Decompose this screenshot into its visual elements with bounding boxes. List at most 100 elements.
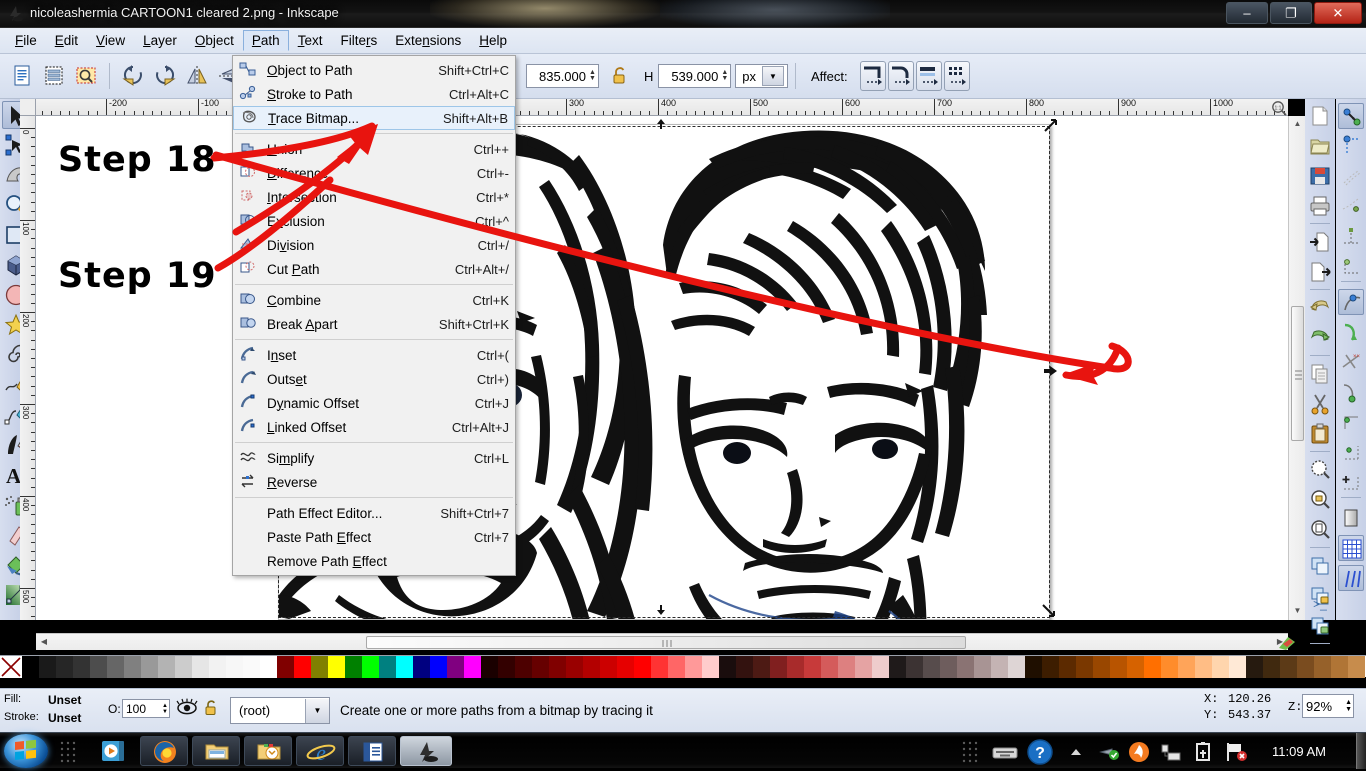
palette-swatch[interactable] (770, 656, 787, 678)
vertical-ruler[interactable]: 0 100 200 300 400 500 (20, 116, 36, 620)
selection-handle-top[interactable] (656, 118, 665, 129)
palette-swatch[interactable] (1110, 656, 1127, 678)
units-select[interactable]: px ▼ (735, 64, 788, 88)
cut-icon[interactable] (1307, 391, 1333, 417)
avast-icon[interactable] (1128, 741, 1150, 763)
menu-path[interactable]: Path (242, 30, 289, 51)
palette-swatch[interactable] (1263, 656, 1280, 678)
menu-item-outset[interactable]: Outset Ctrl+) (233, 367, 515, 391)
palette-swatch[interactable] (940, 656, 957, 678)
xml-editor-icon[interactable] (41, 63, 67, 89)
show-hidden-icon[interactable] (1068, 746, 1084, 758)
palette-swatch[interactable] (39, 656, 56, 678)
selection-handle-right[interactable] (1044, 365, 1057, 376)
palette-swatch[interactable] (685, 656, 702, 678)
palette-swatch[interactable] (906, 656, 923, 678)
help-icon[interactable]: ? (1026, 738, 1054, 766)
taskbar-item-inkscape[interactable] (400, 736, 452, 766)
flip-horizontal-icon[interactable] (184, 63, 210, 89)
snap-path-intersections-icon[interactable]: ×× (1338, 349, 1364, 375)
horizontal-scrollbar[interactable]: ◀ ▶ (36, 633, 1288, 650)
menu-item-remove-path-effect[interactable]: Remove Path Effect (233, 549, 515, 573)
usb-safe-remove-icon[interactable] (1098, 743, 1120, 761)
color-palette[interactable] (0, 655, 1366, 678)
tray-grip[interactable] (962, 741, 978, 763)
palette-swatch[interactable] (22, 656, 39, 678)
menu-item-stroke-to-path[interactable]: Stroke to Path Ctrl+Alt+C (233, 82, 515, 106)
palette-swatch[interactable] (243, 656, 260, 678)
palette-swatch[interactable] (1331, 656, 1348, 678)
palette-swatch[interactable] (396, 656, 413, 678)
selection-handle-top-right[interactable] (1044, 119, 1057, 132)
vertical-scroll-thumb[interactable] (1291, 306, 1304, 441)
palette-swatch[interactable] (141, 656, 158, 678)
lock-open-icon[interactable] (610, 65, 630, 87)
palette-swatch[interactable] (1127, 656, 1144, 678)
document-properties-icon[interactable] (9, 63, 35, 89)
palette-swatch[interactable] (430, 656, 447, 678)
opacity-input[interactable]: 100 ▲ ▼ (122, 699, 170, 718)
zoom-page-icon[interactable] (1307, 517, 1333, 543)
palette-swatch[interactable] (736, 656, 753, 678)
save-document-icon[interactable] (1307, 163, 1333, 189)
rotate-90-cw-icon[interactable] (152, 63, 178, 89)
snap-to-nodes-icon[interactable] (1338, 379, 1364, 405)
palette-swatch[interactable] (73, 656, 90, 678)
palette-swatch[interactable] (1093, 656, 1110, 678)
palette-swatch[interactable] (294, 656, 311, 678)
menu-item-reverse[interactable]: Reverse (233, 470, 515, 494)
snap-grid-icon[interactable] (1338, 535, 1364, 561)
open-document-icon[interactable] (1307, 133, 1333, 159)
taskbar-grip[interactable] (60, 741, 76, 763)
palette-swatch[interactable] (311, 656, 328, 678)
palette-swatch[interactable] (974, 656, 991, 678)
palette-swatch[interactable] (277, 656, 294, 678)
horizontal-ruler[interactable]: -200-10001002003004005006007008009001000 (36, 99, 1288, 116)
palette-swatch[interactable] (1161, 656, 1178, 678)
palette-swatch[interactable] (447, 656, 464, 678)
palette-swatch[interactable] (464, 656, 481, 678)
snap-paths-icon[interactable] (1338, 319, 1364, 345)
scale-rounded-corners-icon[interactable] (887, 61, 914, 91)
move-patterns-icon[interactable] (943, 61, 970, 91)
palette-swatch[interactable] (991, 656, 1008, 678)
palette-swatch[interactable] (651, 656, 668, 678)
snap-bbox-edges-icon[interactable] (1338, 163, 1364, 189)
menu-item-intersection[interactable]: Intersection Ctrl+* (233, 185, 515, 209)
eye-icon[interactable] (176, 698, 198, 718)
menu-view[interactable]: View (87, 30, 134, 51)
palette-swatch[interactable] (90, 656, 107, 678)
palette-swatch[interactable] (617, 656, 634, 678)
menu-object[interactable]: Object (186, 30, 243, 51)
palette-swatch[interactable] (209, 656, 226, 678)
new-document-icon[interactable] (1307, 103, 1333, 129)
preferences-icon[interactable] (73, 63, 99, 89)
print-document-icon[interactable] (1307, 193, 1333, 219)
palette-swatch[interactable] (1280, 656, 1297, 678)
show-desktop-button[interactable] (1356, 733, 1366, 769)
palette-swatch[interactable] (498, 656, 515, 678)
menu-item-trace-bitmap[interactable]: Trace Bitmap... Shift+Alt+B (233, 106, 515, 130)
menu-item-dynamic-offset[interactable]: Dynamic Offset Ctrl+J (233, 391, 515, 415)
palette-swatch[interactable] (328, 656, 345, 678)
taskbar-item-internet-explorer[interactable]: e (296, 736, 344, 766)
palette-swatch[interactable] (1025, 656, 1042, 678)
palette-swatch[interactable] (600, 656, 617, 678)
palette-swatch[interactable] (515, 656, 532, 678)
menu-filters[interactable]: Filters (331, 30, 386, 51)
snap-midpoints-icon[interactable] (1338, 469, 1364, 495)
zoom-stepper[interactable]: ▲ ▼ (1345, 699, 1352, 713)
palette-swatch[interactable] (838, 656, 855, 678)
import-icon[interactable] (1307, 229, 1333, 255)
palette-swatch[interactable] (1212, 656, 1229, 678)
palette-swatch[interactable] (124, 656, 141, 678)
chevron-down-icon[interactable]: ▼ (305, 698, 329, 723)
paste-icon[interactable] (1307, 421, 1333, 447)
height-stepper[interactable]: ▲ ▼ (721, 69, 728, 82)
menu-item-inset[interactable]: Inset Ctrl+( (233, 343, 515, 367)
palette-swatch[interactable] (158, 656, 175, 678)
snap-page-border-icon[interactable] (1338, 505, 1364, 531)
palette-swatch[interactable] (532, 656, 549, 678)
palette-swatch[interactable] (345, 656, 362, 678)
opacity-stepper[interactable]: ▲ ▼ (162, 703, 168, 715)
